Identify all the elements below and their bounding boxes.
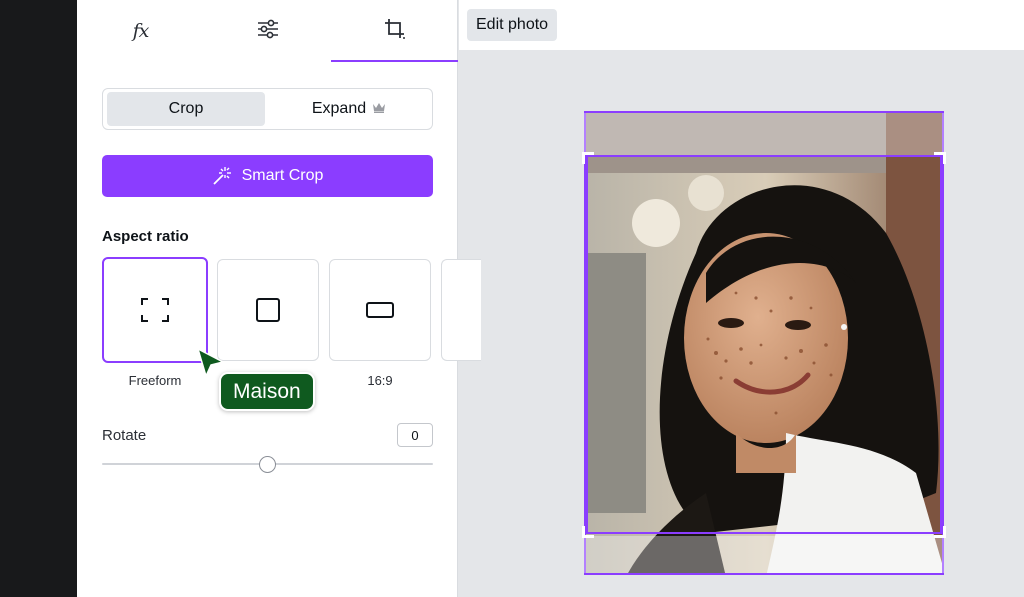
- tab-effects[interactable]: fx: [77, 0, 204, 62]
- crop-handle-bottom-left[interactable]: [582, 526, 594, 538]
- left-rail: [0, 0, 77, 597]
- ratio-freeform[interactable]: [102, 257, 208, 363]
- edit-panel: fx Crop Expand Smart Crop Aspect ratio F…: [77, 0, 481, 597]
- rotate-label: Rotate: [102, 427, 147, 444]
- ratio-16-9[interactable]: [329, 259, 431, 361]
- crop-expand-toggle: Crop Expand: [102, 88, 433, 130]
- crop-mode-label: Crop: [168, 100, 204, 117]
- aspect-ratio-heading: Aspect ratio: [102, 228, 189, 245]
- ratio-more[interactable]: [441, 259, 481, 361]
- crop-shade-top: [584, 113, 944, 155]
- freeform-icon: [141, 298, 169, 322]
- crop-frame[interactable]: [586, 155, 942, 534]
- tab-adjust[interactable]: [204, 0, 331, 62]
- crown-icon: [372, 100, 386, 118]
- smart-crop-label: Smart Crop: [241, 167, 324, 184]
- crop-handle-top-left[interactable]: [582, 152, 594, 164]
- rotate-slider-thumb[interactable]: [259, 456, 276, 473]
- panel-tabs: fx: [77, 0, 458, 62]
- collaborator-name-tag: Maison: [219, 372, 315, 411]
- adjust-sliders-icon: [257, 19, 279, 44]
- expand-mode-button[interactable]: Expand: [269, 92, 429, 126]
- magic-wand-icon: [212, 167, 231, 185]
- crop-shade-bottom: [584, 536, 944, 573]
- fx-effects-icon: fx: [132, 20, 150, 42]
- smart-crop-button[interactable]: Smart Crop: [102, 155, 433, 197]
- expand-mode-label: Expand: [311, 100, 367, 117]
- crop-handle-bottom-right[interactable]: [934, 526, 946, 538]
- wide-rectangle-icon: [366, 302, 394, 318]
- edit-photo-button[interactable]: Edit photo: [467, 9, 558, 41]
- ratio-square[interactable]: [217, 259, 319, 361]
- square-icon: [256, 298, 280, 322]
- crop-handle-top-right[interactable]: [934, 152, 946, 164]
- rotate-value-input[interactable]: 0: [397, 423, 433, 447]
- crop-mode-button[interactable]: Crop: [107, 92, 265, 126]
- ratio-label-freeform: Freeform: [128, 373, 182, 388]
- crop-icon: [384, 18, 406, 45]
- tab-crop[interactable]: [331, 0, 458, 62]
- ratio-label-16-9: 16:9: [367, 373, 393, 388]
